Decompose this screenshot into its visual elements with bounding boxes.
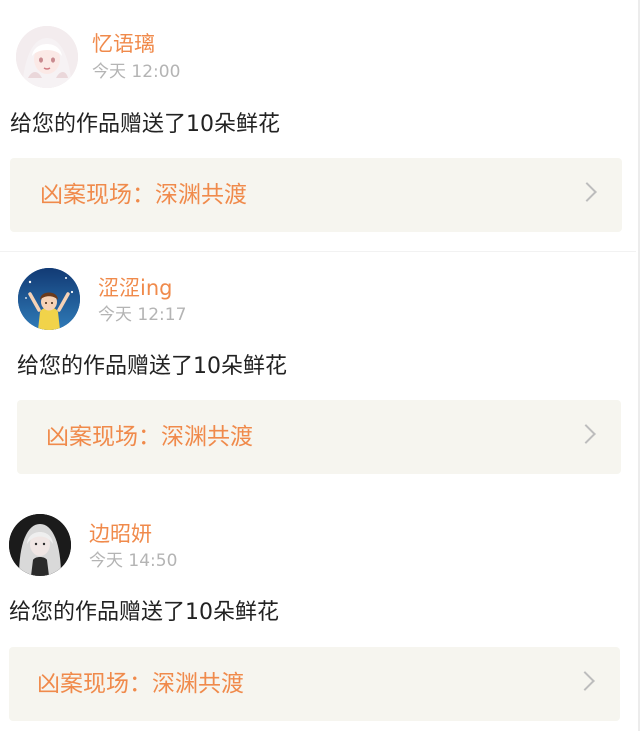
notification-item: 涩涩ing 今天 12:17 给您的作品赠送了10朵鲜花 凶案现场：深渊共渡 (0, 252, 636, 492)
chevron-right-icon (575, 671, 595, 691)
username[interactable]: 忆语璃 (92, 32, 155, 56)
work-title: 凶案现场：深渊共渡 (46, 424, 253, 450)
work-card[interactable]: 凶案现场：深渊共渡 (17, 400, 621, 474)
work-title: 凶案现场：深渊共渡 (37, 671, 244, 697)
notification-item: 边昭妍 今天 14:50 给您的作品赠送了10朵鲜花 凶案现场：深渊共渡 (0, 498, 636, 731)
gift-notification-list: 忆语璃 今天 12:00 给您的作品赠送了10朵鲜花 凶案现场：深渊共渡 涩涩i… (0, 0, 640, 731)
work-card[interactable]: 凶案现场：深渊共渡 (10, 158, 622, 232)
avatar-girl-blue-sky-icon (18, 268, 80, 330)
chevron-right-icon (576, 424, 596, 444)
avatar-girl-dark-icon (9, 514, 71, 576)
notification-item: 忆语璃 今天 12:00 给您的作品赠送了10朵鲜花 凶案现场：深渊共渡 (0, 0, 636, 250)
gift-message: 给您的作品赠送了10朵鲜花 (9, 600, 279, 625)
user-avatar[interactable] (9, 514, 71, 576)
username[interactable]: 涩涩ing (98, 276, 172, 300)
work-title: 凶案现场：深渊共渡 (40, 182, 247, 208)
timestamp: 今天 12:00 (92, 62, 181, 82)
work-card[interactable]: 凶案现场：深渊共渡 (9, 647, 620, 721)
gift-message: 给您的作品赠送了10朵鲜花 (17, 354, 287, 379)
timestamp: 今天 12:17 (98, 305, 187, 325)
gift-message: 给您的作品赠送了10朵鲜花 (10, 112, 280, 137)
avatar-girl-white-hair-icon (16, 26, 78, 88)
username[interactable]: 边昭妍 (89, 522, 152, 546)
user-avatar[interactable] (16, 26, 78, 88)
user-avatar[interactable] (18, 268, 80, 330)
chevron-right-icon (577, 182, 597, 202)
timestamp: 今天 14:50 (89, 551, 178, 571)
